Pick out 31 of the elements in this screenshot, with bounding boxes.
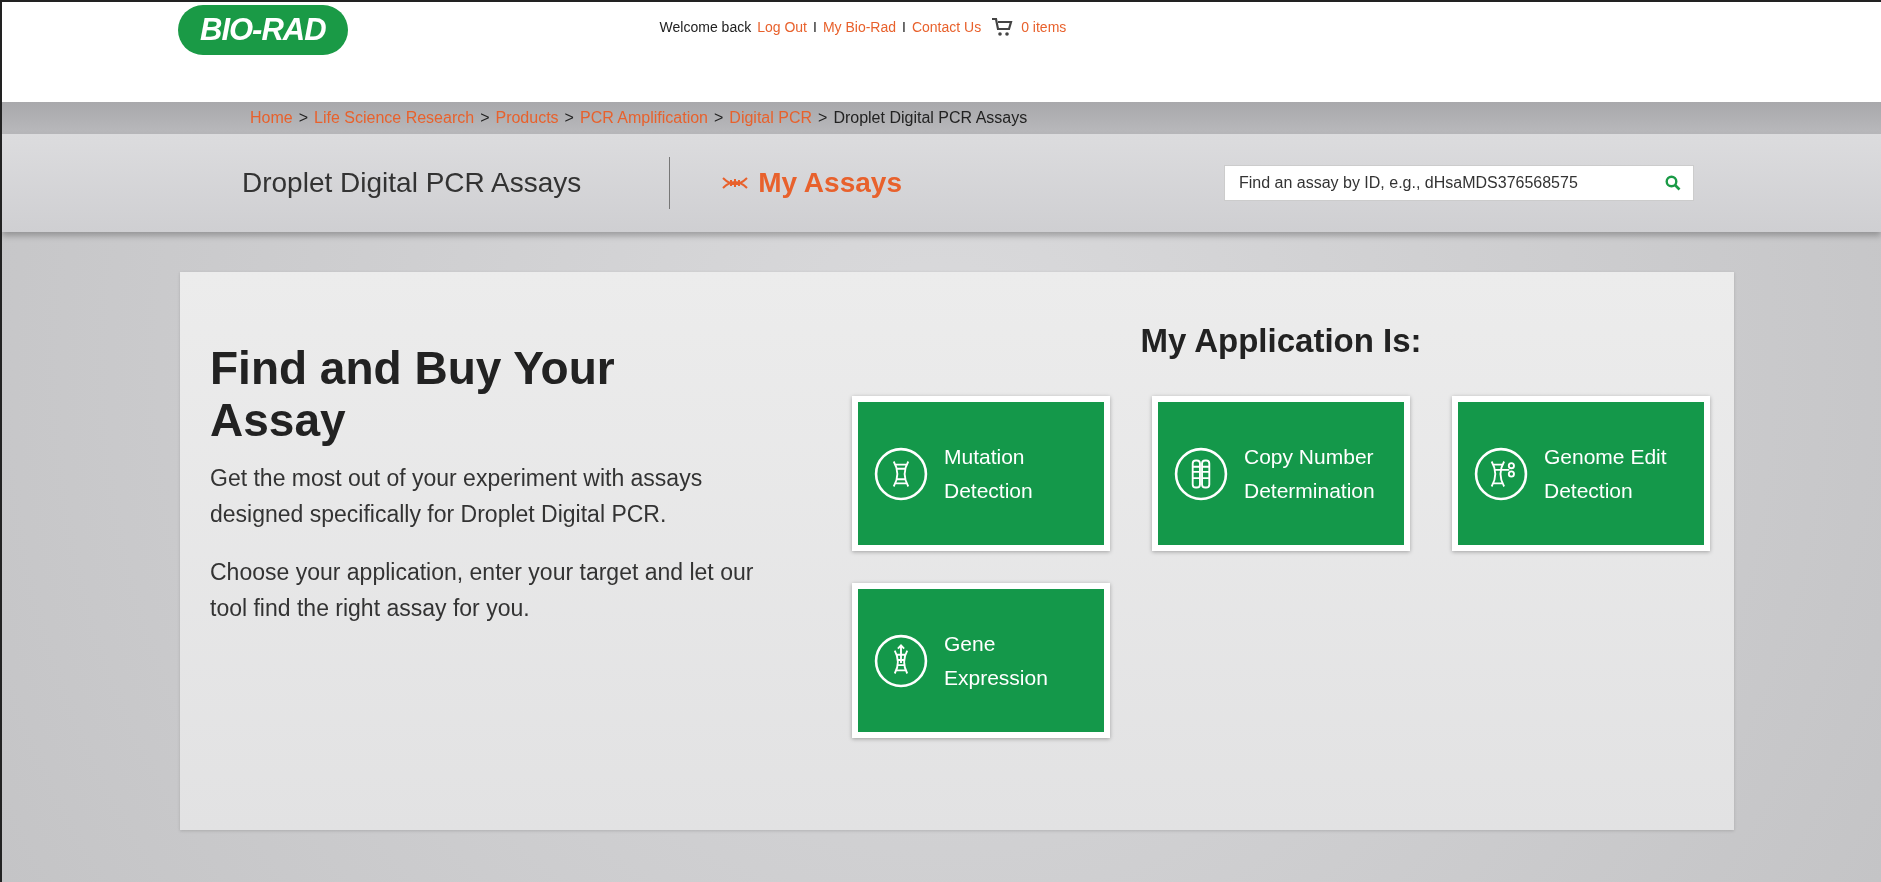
section-title[interactable]: Droplet Digital PCR Assays xyxy=(242,167,582,199)
chromosome-icon xyxy=(1174,446,1228,501)
my-assays-link[interactable]: My Assays xyxy=(722,167,902,199)
breadcrumb-separator: > xyxy=(298,109,309,127)
cart-icon[interactable] xyxy=(991,17,1014,37)
application-tile[interactable]: Gene Expression xyxy=(852,583,1110,738)
header-link[interactable]: My Bio-Rad xyxy=(822,19,897,35)
breadcrumb-separator: > xyxy=(818,109,828,127)
application-tile[interactable]: Mutation Detection xyxy=(852,396,1110,551)
page-heading: Find and Buy Your Assay xyxy=(210,342,616,446)
welcome-text: Welcome back xyxy=(659,19,752,35)
applications-title: My Application Is: xyxy=(1139,322,1423,360)
dna-icon xyxy=(874,446,928,501)
separator-text: I xyxy=(902,19,906,35)
header-link[interactable]: Contact Us xyxy=(911,19,982,35)
header-link[interactable]: Log Out xyxy=(757,19,807,35)
cart-link[interactable]: 0 items xyxy=(1021,19,1067,35)
dna-scissors-icon xyxy=(1474,446,1528,501)
intro-paragraph: Choose your application, enter your target and let our tool find the right assay for you. xyxy=(210,558,755,623)
breadcrumb-current: Droplet Digital PCR Assays xyxy=(833,109,1028,127)
search-icon[interactable] xyxy=(1664,175,1681,191)
company-logo[interactable]: BIO-RAD xyxy=(178,5,348,55)
application-tile[interactable]: Copy Number Determination xyxy=(1152,396,1410,551)
search-bar[interactable]: Find an assay by ID, e.g., dHsaMDS376568575 xyxy=(1223,165,1694,201)
breadcrumb-separator: > xyxy=(480,109,490,127)
application-tile[interactable]: Genome Edit Detection xyxy=(1452,396,1710,551)
breadcrumb-separator: > xyxy=(714,109,724,127)
breadcrumb-separator: > xyxy=(564,109,574,127)
separator-text: I xyxy=(813,19,817,35)
intro-paragraph: Get the most out of your experiment with assays designed specifically for Droplet Digital PCR. xyxy=(210,464,704,529)
dna-icon xyxy=(722,176,749,190)
